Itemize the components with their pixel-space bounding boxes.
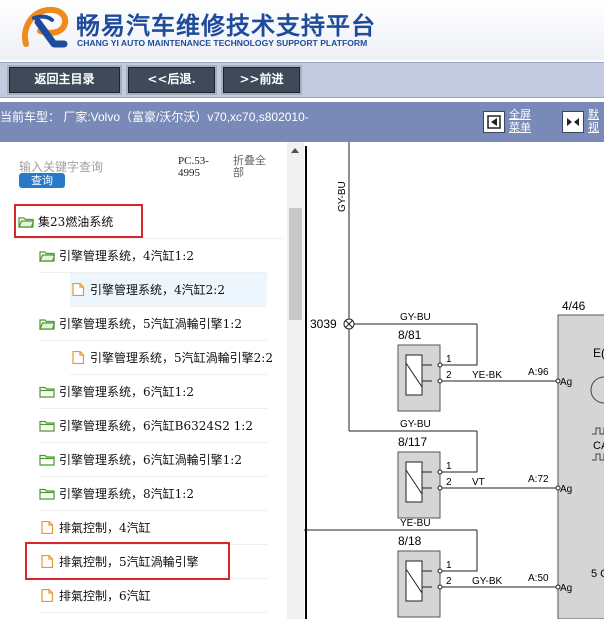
folder-open-icon xyxy=(39,319,55,330)
default-view-label-2: 视 xyxy=(588,121,599,134)
document-icon xyxy=(41,555,54,568)
tree-item[interactable]: 引擎管理系统，8汽缸1:2 xyxy=(39,477,268,511)
sensor-id-label: 8/117 xyxy=(398,435,427,449)
search-button[interactable]: 查询 xyxy=(19,173,65,188)
folder-icon xyxy=(39,386,55,398)
default-view-label-1: 默 xyxy=(588,108,599,121)
ag-label: Ag xyxy=(560,484,572,495)
tree-item-label: 引擎管理系统，6汽缸渦輪引擎1:2 xyxy=(59,453,242,467)
folder-icon xyxy=(39,420,55,432)
document-icon xyxy=(72,351,85,364)
wire-out-label: VT xyxy=(472,477,485,488)
wire-top-label: YE-BU xyxy=(400,518,431,529)
scrollbar[interactable] xyxy=(287,142,304,619)
tree-item-label: 排氣控制，5汽缸渦輪引擎 xyxy=(59,555,199,569)
brand-title: 畅易汽车维修技术支持平台 xyxy=(76,12,376,40)
connector-4-46-label: 4/46 xyxy=(562,299,586,313)
tree-item-label: 引擎管理系统，6汽缸1:2 xyxy=(59,385,194,399)
tree-item[interactable]: 排氣控制，5汽缸渦輪引擎 xyxy=(39,545,268,579)
tree-item-label: 引擎管理系统，4汽缸1:2 xyxy=(59,249,194,263)
tree-item-label: 集23燃油系统 xyxy=(38,215,114,229)
tree-item[interactable]: 引擎管理系统，6汽缸1:2 xyxy=(39,375,268,409)
ag-label: Ag xyxy=(560,583,572,594)
brand-subtitle: CHANG YI AUTO MAINTENANCE TECHNOLOGY SUP… xyxy=(77,38,368,48)
scroll-up-arrow-icon[interactable] xyxy=(291,148,299,153)
tree-item-label: 引擎管理系统，8汽缸1:2 xyxy=(59,487,194,501)
wire-top-label: GY-BU xyxy=(400,419,431,430)
app-window: 畅易汽车维修技术支持平台 CHANG YI AUTO MAINTENANCE T… xyxy=(0,0,604,619)
five-c-label: 5 C xyxy=(591,568,604,580)
tree-item-label: 排氣控制，6汽缸 xyxy=(59,589,151,603)
tree-item[interactable]: 引擎管理系统，5汽缸渦輪引擎1:2 xyxy=(39,307,268,341)
pin-ref-label: A:96 xyxy=(528,367,549,378)
folder-icon xyxy=(39,488,55,500)
folder-open-icon xyxy=(18,217,34,228)
back-button[interactable]: <<后退. xyxy=(126,65,217,95)
tree-item[interactable]: 引擎管理系统，4汽缸2:2 xyxy=(70,273,267,307)
pc-code-label: PC.53-4995 xyxy=(178,155,209,179)
wire-top-label: GY-BU xyxy=(400,312,431,323)
current-vehicle-label: 当前车型： 厂家:Volvo（富豪/沃尔沃）v70,xc70,s802010- xyxy=(0,110,309,124)
default-view-link[interactable]: 默 视 xyxy=(588,108,599,134)
fullscreen-label-1: 全屏 xyxy=(509,108,531,121)
tree-item[interactable]: 引擎管理系统，6汽缸B6324S2 1:2 xyxy=(39,409,268,443)
pin-2-label: 2 xyxy=(446,576,452,587)
pin-ref-label: A:50 xyxy=(528,573,549,584)
brand-logo-icon xyxy=(22,6,69,48)
tree-item[interactable]: 排氣控制，6汽缸 xyxy=(39,579,268,613)
pin-1-label: 1 xyxy=(446,461,452,472)
pin-1-label: 1 xyxy=(446,354,452,365)
wiring-diagram-canvas: 4/46 E( CA 5 C GY-BU 3039 GY-BU8/8112YE-… xyxy=(304,142,604,619)
pin-1-label: 1 xyxy=(446,560,452,571)
can-label: CA xyxy=(593,440,604,452)
document-icon xyxy=(72,283,85,296)
fullscreen-label-2: 菜单 xyxy=(509,121,531,134)
sensor-block: GY-BU 8/117 1 2 VT A:72 Ag xyxy=(397,419,572,519)
toolbar: 返回主目录 <<后退. >>前进 xyxy=(0,60,604,102)
tree-item[interactable]: 引擎管理系统，4汽缸1:2 xyxy=(39,239,268,273)
wire-gy-bu-vertical-label: GY-BU xyxy=(337,181,348,212)
default-view-icon[interactable] xyxy=(562,111,584,133)
tree-item-label: 引擎管理系统，5汽缸渦輪引擎1:2 xyxy=(59,317,242,331)
forward-button[interactable]: >>前进 xyxy=(221,65,302,95)
sensor-id-label: 8/81 xyxy=(398,328,422,342)
wire-out-label: YE-BK xyxy=(472,370,502,381)
ecu-label: E( xyxy=(593,346,604,360)
collapse-all-link[interactable]: 折叠全部 xyxy=(233,155,273,179)
tree-item[interactable]: 引擎管理系统，6汽缸渦輪引擎1:2 xyxy=(39,443,268,477)
tree-item-label: 引擎管理系统，5汽缸渦輪引擎2:2 xyxy=(90,351,273,365)
scrollbar-thumb[interactable] xyxy=(289,208,302,320)
folder-open-icon xyxy=(39,251,55,262)
pin-ref-label: A:72 xyxy=(528,474,549,485)
sensor-block: YE-BU 8/18 1 2 GY-BK A:50 Ag xyxy=(397,518,572,618)
directory-panel: 输入关键字查询 查询 PC.53-4995 折叠全部 集23燃油系统 引擎管理系统… xyxy=(0,142,304,619)
fullscreen-icon[interactable] xyxy=(483,111,505,133)
pin-2-label: 2 xyxy=(446,370,452,381)
wire-out-label: GY-BK xyxy=(472,576,503,587)
home-button[interactable]: 返回主目录 xyxy=(7,65,122,95)
tree-item[interactable]: 集23燃油系统 xyxy=(18,205,284,239)
vehicle-info-bar: 当前车型： 厂家:Volvo（富豪/沃尔沃）v70,xc70,s802010- … xyxy=(0,102,604,142)
tree-item[interactable]: 排氣控制，4汽缸 xyxy=(39,511,268,545)
pin-2-label: 2 xyxy=(446,477,452,488)
fullscreen-menu-link[interactable]: 全屏 菜单 xyxy=(509,108,531,134)
ag-label: Ag xyxy=(560,377,572,388)
node-3039-label: 3039 xyxy=(310,317,337,331)
sensor-block: GY-BU 8/81 1 2 YE-BK A:96 Ag xyxy=(397,312,572,412)
document-icon xyxy=(41,589,54,602)
tree-item-label: 引擎管理系统，4汽缸2:2 xyxy=(90,283,225,297)
document-icon xyxy=(41,521,54,534)
wiring-diagram: 4/46 E( CA 5 C GY-BU 3039 GY-BU8/8112YE-… xyxy=(304,142,604,619)
tree-item-label: 排氣控制，4汽缸 xyxy=(59,521,151,535)
sensor-id-label: 8/18 xyxy=(398,534,422,548)
folder-icon xyxy=(39,454,55,466)
header: 畅易汽车维修技术支持平台 CHANG YI AUTO MAINTENANCE T… xyxy=(0,0,604,60)
tree-item[interactable]: 引擎管理系统，5汽缸渦輪引擎2:2 xyxy=(70,341,273,375)
tree-item-label: 引擎管理系统，6汽缸B6324S2 1:2 xyxy=(59,419,253,433)
